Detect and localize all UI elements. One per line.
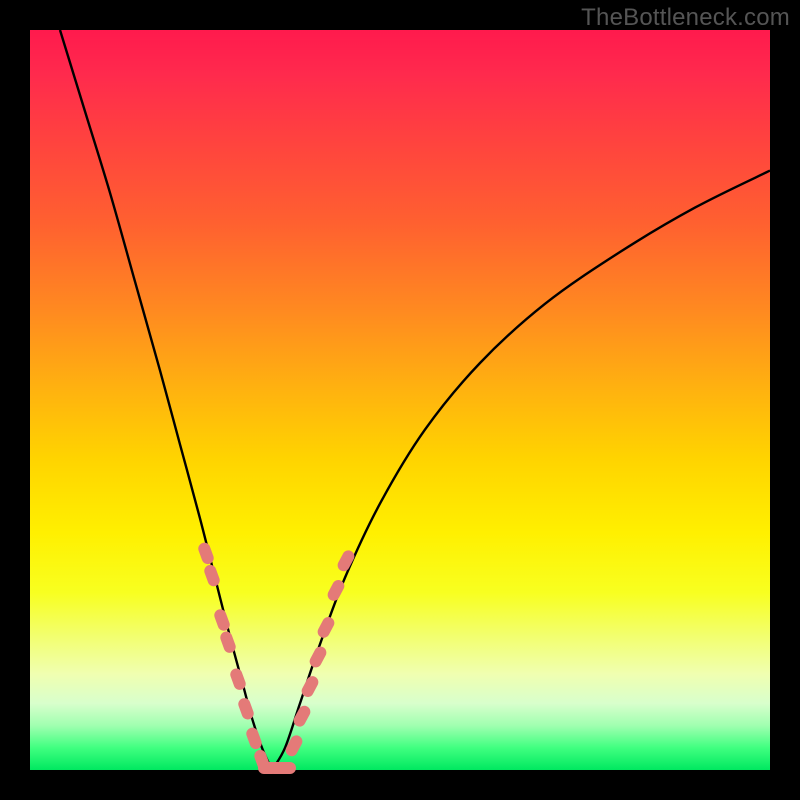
bead-marker [276,762,296,774]
bead-group [197,541,357,774]
bead-marker [197,541,216,566]
curve-left [60,30,272,770]
bead-marker [308,644,329,669]
bead-marker [316,615,337,640]
curve-layer [30,30,770,770]
watermark-text: TheBottleneck.com [581,4,790,32]
chart-frame: TheBottleneck.com [0,0,800,800]
plot-area [30,30,770,770]
bead-marker [203,563,222,588]
curve-right [272,171,770,770]
